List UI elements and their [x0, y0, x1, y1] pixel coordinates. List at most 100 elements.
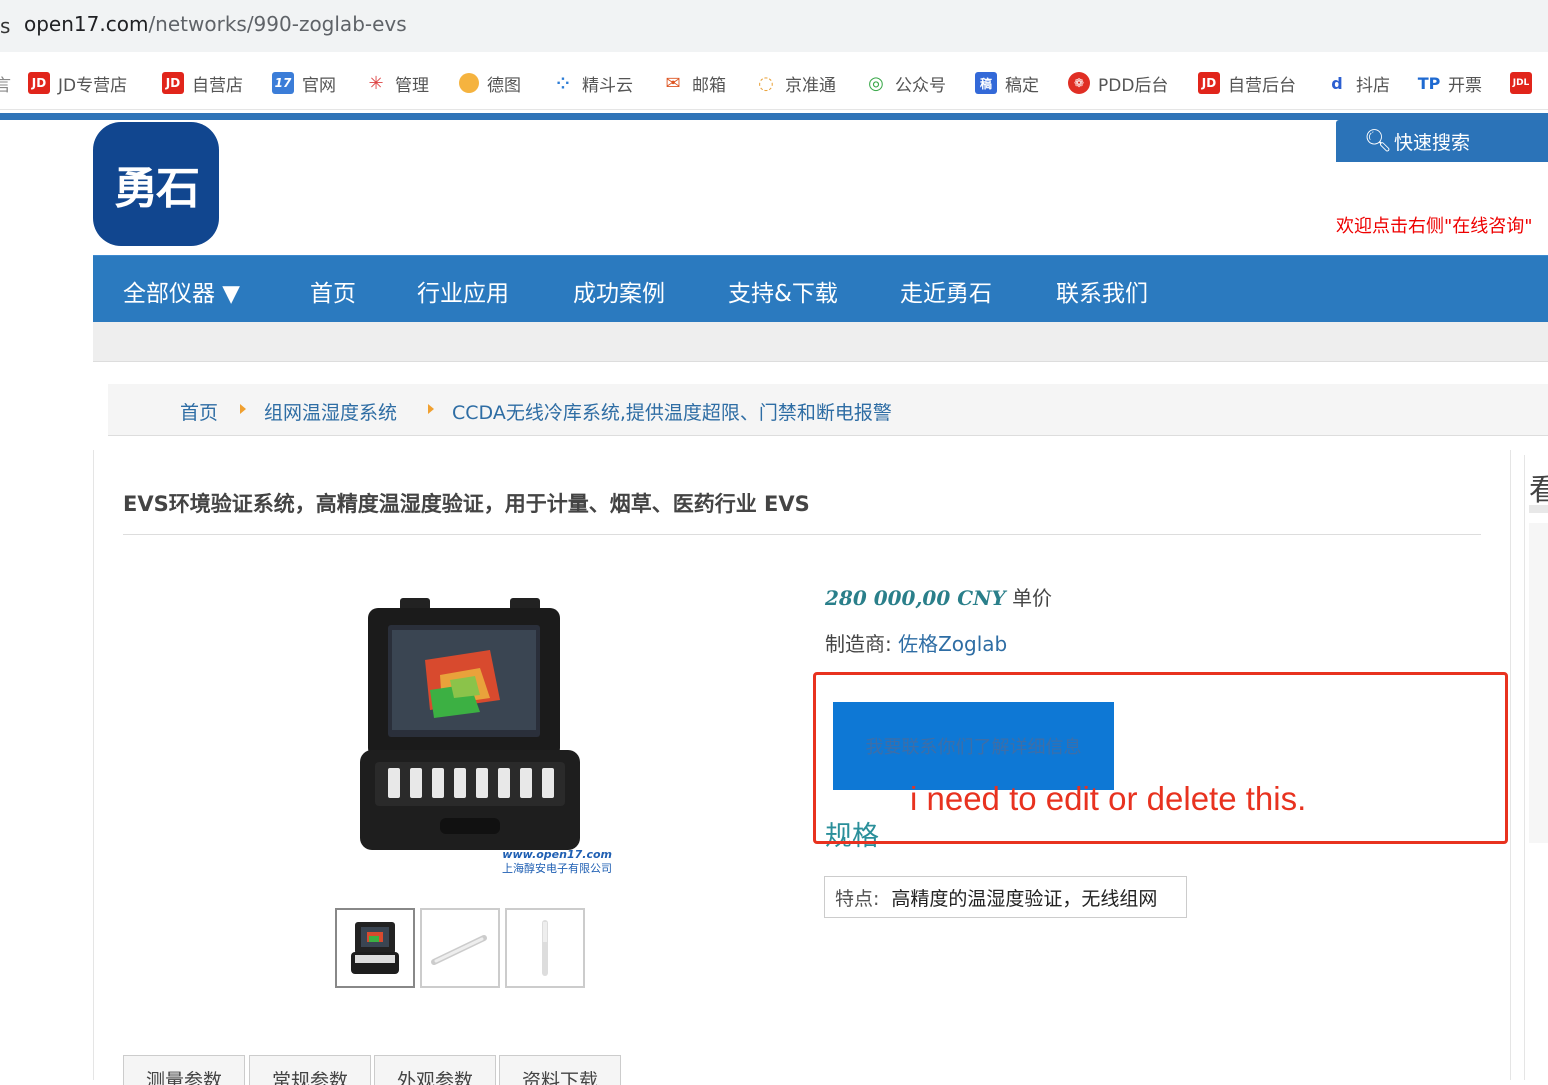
jd-icon: JD: [28, 72, 50, 94]
bookmark-partial[interactable]: 言: [0, 70, 11, 96]
bookmark-invoice[interactable]: TP 开票: [1418, 70, 1482, 96]
bookmark-gaoding[interactable]: 稿稿定: [975, 70, 1039, 96]
nav-support-download[interactable]: 支持&下载: [728, 274, 838, 308]
url-text[interactable]: open17.com/networks/990-zoglab-evs: [24, 12, 407, 36]
breadcrumb-home[interactable]: 首页: [180, 398, 218, 425]
gaoding-icon: 稿: [975, 72, 997, 94]
sidebar-panel: [1529, 523, 1548, 843]
nav-industry-applications[interactable]: 行业应用: [417, 274, 509, 308]
thumbnail-sensor-image: [542, 920, 548, 976]
main-nav: 全部仪器 ▼ 首页 行业应用 成功案例 支持&下载 走近勇石 联系我们: [93, 255, 1548, 322]
tab-appearance-params[interactable]: 外观参数: [374, 1055, 496, 1085]
nav-success-cases[interactable]: 成功案例: [573, 274, 665, 308]
title-divider: [123, 534, 1481, 535]
page-title: EVS环境验证系统，高精度温湿度验证，用于计量、烟草、医药行业 EVS: [123, 492, 810, 516]
url-prefix-fragment: s: [0, 14, 11, 38]
bookmark-label: 德图: [487, 75, 521, 96]
bookmark-jingzhuntong[interactable]: ◌ 京准通: [755, 70, 836, 96]
site-logo[interactable]: 勇石: [93, 122, 219, 246]
bookmark-label: 抖店: [1356, 75, 1390, 96]
annotation-box: [813, 672, 1508, 844]
annotation-text: i need to edit or delete this.: [910, 780, 1307, 817]
quick-search-button[interactable]: 🔍︎ 快速搜索: [1336, 120, 1548, 162]
pdd-icon: ❁: [1068, 72, 1090, 94]
bookmark-official-site[interactable]: 17 官网: [272, 70, 336, 96]
thumbnail-probe-image: [431, 935, 487, 965]
price-unit: 单价: [1012, 586, 1053, 610]
product-main-image[interactable]: www.open17.com 上海醇安电子有限公司: [330, 580, 620, 880]
joomla-icon: ✳: [368, 72, 384, 94]
bookmark-self-shop[interactable]: JD 自营店: [162, 70, 243, 96]
nav-about[interactable]: 走近勇石: [900, 274, 992, 308]
breadcrumb-current[interactable]: CCDA无线冷库系统,提供温度超限、门禁和断电报警: [452, 398, 892, 425]
breadcrumb-separator-icon: [428, 404, 434, 414]
evs-case-image: www.open17.com 上海醇安电子有限公司: [360, 598, 612, 875]
feature-value: 高精度的温湿度验证，无线组网: [891, 887, 1158, 910]
breadcrumb-separator-icon: [240, 404, 246, 414]
tab-measurement-params[interactable]: 测量参数: [123, 1055, 245, 1085]
jd-icon: JD: [1198, 72, 1220, 94]
ring-icon: ◌: [758, 72, 774, 94]
image-watermark-url: www.open17.com: [502, 848, 612, 861]
invoice-icon: TP: [1417, 73, 1441, 93]
jdy-icon: ⁘: [556, 73, 570, 93]
bookmark-jdl[interactable]: JDL: [1510, 70, 1540, 96]
bookmark-label: 邮箱: [692, 75, 726, 96]
bookmark-official-account[interactable]: ◎ 公众号: [865, 70, 946, 96]
price-amount: 280 000,00 CNY: [825, 586, 1006, 610]
open17-icon: 17: [272, 72, 294, 94]
bookmark-label: 开票: [1448, 75, 1482, 96]
bookmark-doudian[interactable]: d 抖店: [1326, 70, 1390, 96]
nav-all-instruments[interactable]: 全部仪器 ▼: [123, 274, 240, 308]
feature-label: 特点:: [835, 887, 880, 910]
bookmark-label: 官网: [302, 75, 336, 96]
nav-home[interactable]: 首页: [310, 274, 356, 308]
bookmark-label: 京准通: [785, 75, 836, 96]
thumbnail-sensor[interactable]: [505, 908, 585, 988]
thumbnail-case[interactable]: [335, 908, 415, 988]
wechat-mp-icon: ◎: [868, 72, 884, 94]
url-host: open17.com: [24, 12, 149, 36]
bookmarks-bar: 言 JD JD专营店 JD 自营店 17 官网 ✳ 管理 德图 ⁘ 精斗云 ✉ 邮箱 ◌ 京准…: [0, 52, 1548, 110]
image-watermark-company: 上海醇安电子有限公司: [502, 861, 612, 875]
bookmark-mail[interactable]: ✉ 邮箱: [662, 70, 726, 96]
address-bar[interactable]: s open17.com/networks/990-zoglab-evs: [0, 0, 1548, 52]
jd-icon: JD: [162, 72, 184, 94]
nav-contact[interactable]: 联系我们: [1056, 274, 1148, 308]
bookmark-jingdouyun[interactable]: ⁘ 精斗云: [552, 70, 633, 96]
welcome-message: 欢迎点击右侧"在线咨询": [1336, 216, 1533, 237]
logo-text: 勇石: [114, 163, 200, 214]
quick-search-label: 快速搜索: [1393, 131, 1470, 154]
bookmark-jd-shop[interactable]: JD JD专营店: [28, 70, 127, 96]
bookmark-label: PDD后台: [1098, 75, 1169, 96]
tab-downloads[interactable]: 资料下载: [499, 1055, 621, 1085]
feature-row: 特点: 高精度的温湿度验证，无线组网: [824, 876, 1187, 918]
bookmark-pdd[interactable]: ❁ PDD后台: [1068, 70, 1168, 96]
sub-nav-bar: [93, 322, 1548, 362]
jdl-icon: JDL: [1510, 72, 1532, 94]
bookmark-label: 公众号: [895, 75, 946, 96]
page-top-border: [0, 113, 1548, 120]
bookmark-admin[interactable]: ✳ 管理: [365, 70, 429, 96]
breadcrumb-category[interactable]: 组网温湿度系统: [264, 398, 397, 425]
bookmark-label: 稿定: [1005, 75, 1039, 96]
search-icon: 🔍︎: [1364, 128, 1392, 154]
url-path: /networks/990-zoglab-evs: [148, 12, 407, 36]
bookmark-label: 管理: [395, 75, 429, 96]
bookmark-label: 精斗云: [582, 75, 633, 96]
bookmark-label: JD专营店: [58, 75, 128, 96]
product-price: 280 000,00 CNY 单价: [825, 582, 1052, 611]
thumbnail-probe[interactable]: [420, 908, 500, 988]
bookmark-testo[interactable]: 德图: [459, 70, 521, 96]
mail-icon: ✉: [665, 72, 681, 94]
sidebar-divider: [1529, 505, 1548, 513]
tab-general-params[interactable]: 常规参数: [249, 1055, 371, 1085]
manufacturer-link[interactable]: 佐格Zoglab: [898, 632, 1007, 656]
doudian-icon: d: [1331, 73, 1343, 93]
breadcrumb: 首页 组网温湿度系统 CCDA无线冷库系统,提供温度超限、门禁和断电报警: [108, 384, 1548, 436]
bookmark-label: 自营店: [192, 75, 243, 96]
thumbnail-case-image: [351, 922, 399, 974]
orange-dot-icon: [459, 73, 479, 93]
bookmark-self-admin[interactable]: JD 自营后台: [1198, 70, 1296, 96]
bookmark-label: 自营后台: [1228, 75, 1296, 96]
